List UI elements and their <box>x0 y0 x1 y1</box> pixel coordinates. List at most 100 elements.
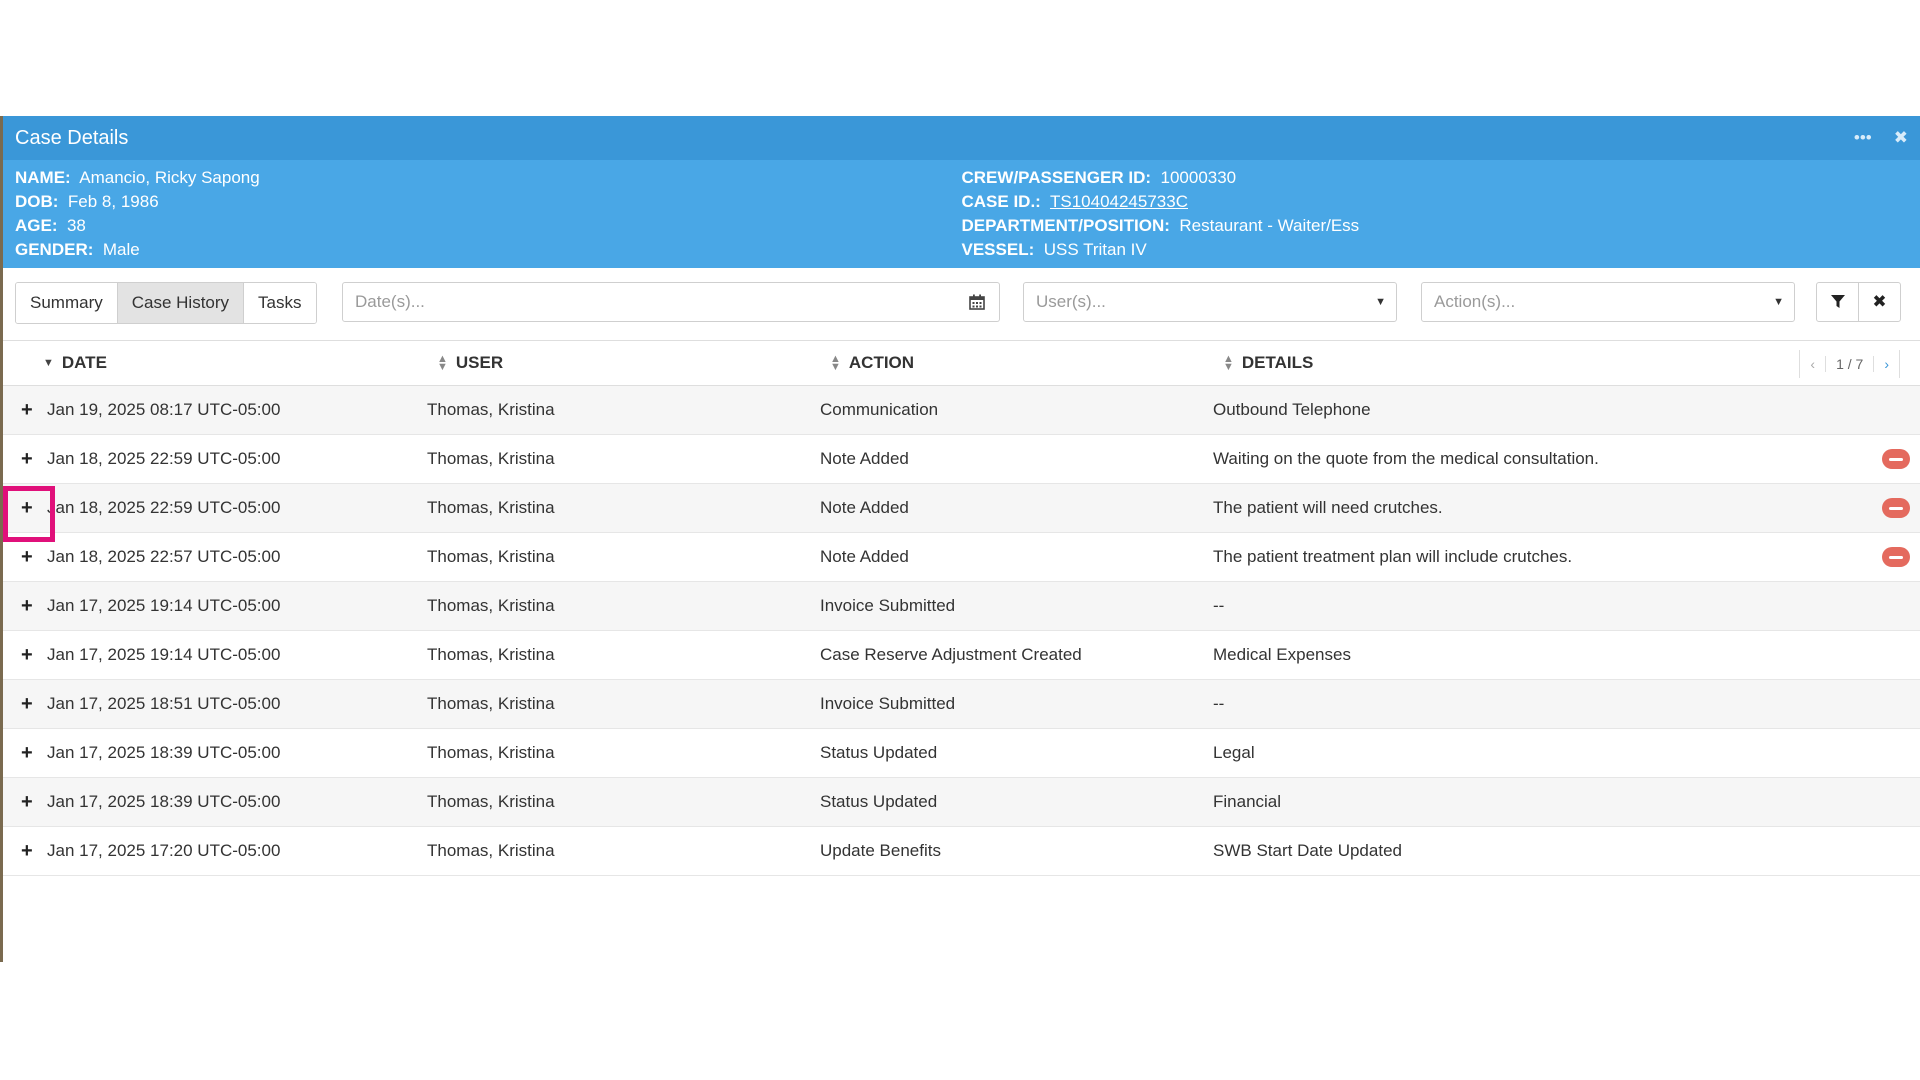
row-details: Financial <box>1213 792 1282 811</box>
row-action: Update Benefits <box>820 841 941 860</box>
row-date: Jan 18, 2025 22:57 UTC-05:00 <box>47 547 281 566</box>
row-details: Legal <box>1213 743 1255 762</box>
view-tabs: Summary Case History Tasks <box>15 282 317 324</box>
table-row: + Jan 17, 2025 18:51 UTC-05:00 Thomas, Kri… <box>3 680 1920 729</box>
clear-filter-button[interactable]: ✖ <box>1858 282 1901 322</box>
row-user: Thomas, Kristina <box>427 498 555 517</box>
table-row: + Jan 17, 2025 18:39 UTC-05:00 Thomas, Kri… <box>3 729 1920 778</box>
apply-filter-button[interactable] <box>1816 282 1859 322</box>
next-page-button[interactable]: › <box>1874 356 1899 372</box>
tab-case-history[interactable]: Case History <box>117 283 245 323</box>
tab-summary[interactable]: Summary <box>16 283 118 323</box>
row-user: Thomas, Kristina <box>427 547 555 566</box>
row-action: Invoice Submitted <box>820 596 956 615</box>
column-user-header[interactable]: ▲ ▼ USER <box>437 341 503 385</box>
row-date: Jan 18, 2025 22:59 UTC-05:00 <box>47 449 281 468</box>
date-filter-input[interactable]: Date(s)... <box>342 282 956 322</box>
row-date: Jan 17, 2025 19:14 UTC-05:00 <box>47 645 281 664</box>
row-user: Thomas, Kristina <box>427 841 555 860</box>
row-user: Thomas, Kristina <box>427 743 555 762</box>
sort-desc-icon: ▼ <box>43 357 54 369</box>
column-action-header[interactable]: ▲ ▼ ACTION <box>830 341 914 385</box>
actions-filter-select[interactable]: Action(s)... ▼ <box>1421 282 1795 322</box>
tab-tasks[interactable]: Tasks <box>244 283 316 323</box>
info-vessel: VESSEL: USS Tritan IV <box>961 240 1147 259</box>
info-dob: DOB: Feb 8, 1986 <box>15 192 159 211</box>
filter-icon <box>1830 295 1845 308</box>
info-name: NAME: Amancio, Ricky Sapong <box>15 168 260 187</box>
row-user: Thomas, Kristina <box>427 792 555 811</box>
case-info-bar: NAME: Amancio, Ricky Sapong DOB: Feb 8, … <box>3 160 1920 268</box>
remove-note-icon[interactable] <box>1882 449 1910 469</box>
users-filter-select[interactable]: User(s)... ▼ <box>1023 282 1397 322</box>
row-details: -- <box>1213 694 1225 713</box>
page-count: 1 / 7 <box>1825 356 1875 372</box>
calendar-button[interactable] <box>955 282 1000 322</box>
expand-row-icon[interactable]: + <box>21 778 33 826</box>
info-gender: GENDER: Male <box>15 240 140 259</box>
row-action: Status Updated <box>820 743 938 762</box>
table-row: + Jan 17, 2025 19:14 UTC-05:00 Thomas, Kri… <box>3 582 1920 631</box>
row-date: Jan 17, 2025 17:20 UTC-05:00 <box>47 841 281 860</box>
row-details: Medical Expenses <box>1213 645 1351 664</box>
window-titlebar: Case Details ••• ✖ <box>3 116 1920 160</box>
column-date-header[interactable]: ▼ DATE <box>43 341 107 385</box>
row-action: Note Added <box>820 498 909 517</box>
expand-row-icon[interactable]: + <box>21 631 33 679</box>
calendar-icon <box>969 294 985 310</box>
info-case-id: CASE ID.: TS10404245733C <box>961 192 1189 211</box>
close-icon[interactable]: ✖ <box>1894 128 1908 148</box>
table-row: + Jan 19, 2025 08:17 UTC-05:00 Thomas, Kri… <box>3 386 1920 435</box>
info-crew-id: CREW/PASSENGER ID: 10000330 <box>961 168 1237 187</box>
row-user: Thomas, Kristina <box>427 400 555 419</box>
ellipsis-icon[interactable]: ••• <box>1854 128 1872 148</box>
case-id-link[interactable]: TS10404245733C <box>1050 192 1188 211</box>
expand-row-icon[interactable]: + <box>21 435 33 483</box>
row-user: Thomas, Kristina <box>427 694 555 713</box>
remove-note-icon[interactable] <box>1882 547 1910 567</box>
info-department: DEPARTMENT/POSITION: Restaurant - Waiter… <box>961 216 1360 235</box>
expand-row-icon[interactable]: + <box>21 484 33 532</box>
window-title: Case Details <box>15 126 129 149</box>
row-details: SWB Start Date Updated <box>1213 841 1402 860</box>
row-details: Outbound Telephone <box>1213 400 1371 419</box>
row-user: Thomas, Kristina <box>427 449 555 468</box>
case-details-window: Case Details ••• ✖ NAME: Amancio, Ricky … <box>0 116 1920 962</box>
expand-row-icon[interactable]: + <box>21 680 33 728</box>
column-details-header[interactable]: ▲ ▼ DETAILS <box>1223 341 1313 385</box>
table-row: + Jan 18, 2025 22:59 UTC-05:00 Thomas, Kri… <box>3 484 1920 533</box>
window-actions: ••• ✖ <box>1854 128 1908 148</box>
chevron-down-icon: ▼ <box>1375 296 1386 308</box>
history-rows: + Jan 19, 2025 08:17 UTC-05:00 Thomas, Kri… <box>3 386 1920 876</box>
row-action: Note Added <box>820 449 909 468</box>
expand-row-icon[interactable]: + <box>21 827 33 875</box>
expand-row-icon[interactable]: + <box>21 582 33 630</box>
row-date: Jan 17, 2025 18:51 UTC-05:00 <box>47 694 281 713</box>
row-action: Status Updated <box>820 792 938 811</box>
row-date: Jan 19, 2025 08:17 UTC-05:00 <box>47 400 281 419</box>
table-header: ▼ DATE ▲ ▼ USER ▲ ▼ ACTION ▲ ▼ DETAILS ‹ 1 … <box>3 340 1920 386</box>
prev-page-button[interactable]: ‹ <box>1800 356 1825 372</box>
row-action: Note Added <box>820 547 909 566</box>
chevron-down-icon: ▼ <box>1773 296 1784 308</box>
sort-icon: ▲ ▼ <box>1223 353 1234 373</box>
row-details: -- <box>1213 596 1225 615</box>
row-action: Invoice Submitted <box>820 694 956 713</box>
expand-row-icon[interactable]: + <box>21 533 33 581</box>
expand-row-icon[interactable]: + <box>21 729 33 777</box>
table-row: + Jan 17, 2025 18:39 UTC-05:00 Thomas, Kri… <box>3 778 1920 827</box>
pagination: ‹ 1 / 7 › <box>1799 350 1900 378</box>
info-age: AGE: 38 <box>15 216 86 235</box>
info-right: CREW/PASSENGER ID: 10000330 CASE ID.: TS… <box>962 166 1909 262</box>
row-action: Case Reserve Adjustment Created <box>820 645 1082 664</box>
row-date: Jan 17, 2025 18:39 UTC-05:00 <box>47 792 281 811</box>
table-row: + Jan 18, 2025 22:57 UTC-05:00 Thomas, Kri… <box>3 533 1920 582</box>
sort-icon: ▲ ▼ <box>830 353 841 373</box>
row-details: The patient will need crutches. <box>1213 498 1443 517</box>
remove-note-icon[interactable] <box>1882 498 1910 518</box>
row-date: Jan 18, 2025 22:59 UTC-05:00 <box>47 498 281 517</box>
row-user: Thomas, Kristina <box>427 645 555 664</box>
expand-row-icon[interactable]: + <box>21 386 33 434</box>
row-date: Jan 17, 2025 19:14 UTC-05:00 <box>47 596 281 615</box>
row-details: Waiting on the quote from the medical co… <box>1213 449 1599 468</box>
